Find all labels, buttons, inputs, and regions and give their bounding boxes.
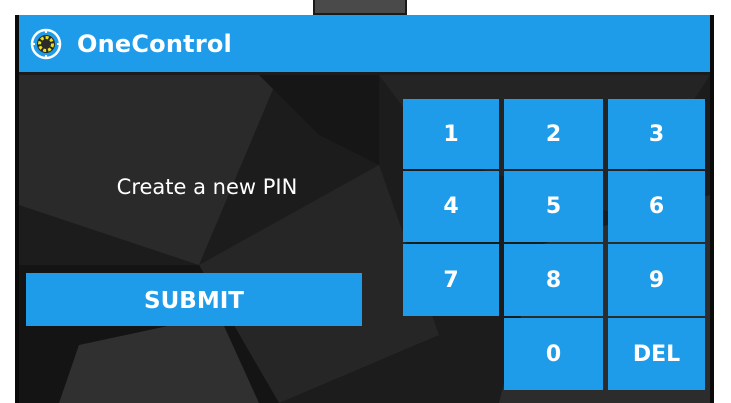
key-5[interactable]: 5 [504, 171, 603, 242]
key-4[interactable]: 4 [403, 171, 499, 242]
key-3[interactable]: 3 [608, 99, 705, 169]
key-9[interactable]: 9 [608, 244, 705, 316]
key-2[interactable]: 2 [504, 99, 603, 169]
key-7[interactable]: 7 [403, 244, 499, 316]
pin-keypad: 1 2 3 4 5 6 7 8 9 0 DEL [403, 99, 705, 390]
app-screen: OneControl Create a new PIN SUBMIT 1 2 3… [15, 15, 714, 403]
key-delete[interactable]: DEL [608, 318, 705, 390]
key-6[interactable]: 6 [608, 171, 705, 242]
key-blank [403, 318, 499, 390]
app-title: OneControl [77, 29, 232, 58]
window-tab [313, 0, 407, 15]
key-8[interactable]: 8 [504, 244, 603, 316]
key-1[interactable]: 1 [403, 99, 499, 169]
app-header: OneControl [19, 15, 710, 72]
submit-button[interactable]: SUBMIT [26, 273, 362, 326]
gear-target-icon [29, 27, 63, 61]
pin-prompt: Create a new PIN [116, 175, 298, 199]
key-0[interactable]: 0 [504, 318, 603, 390]
